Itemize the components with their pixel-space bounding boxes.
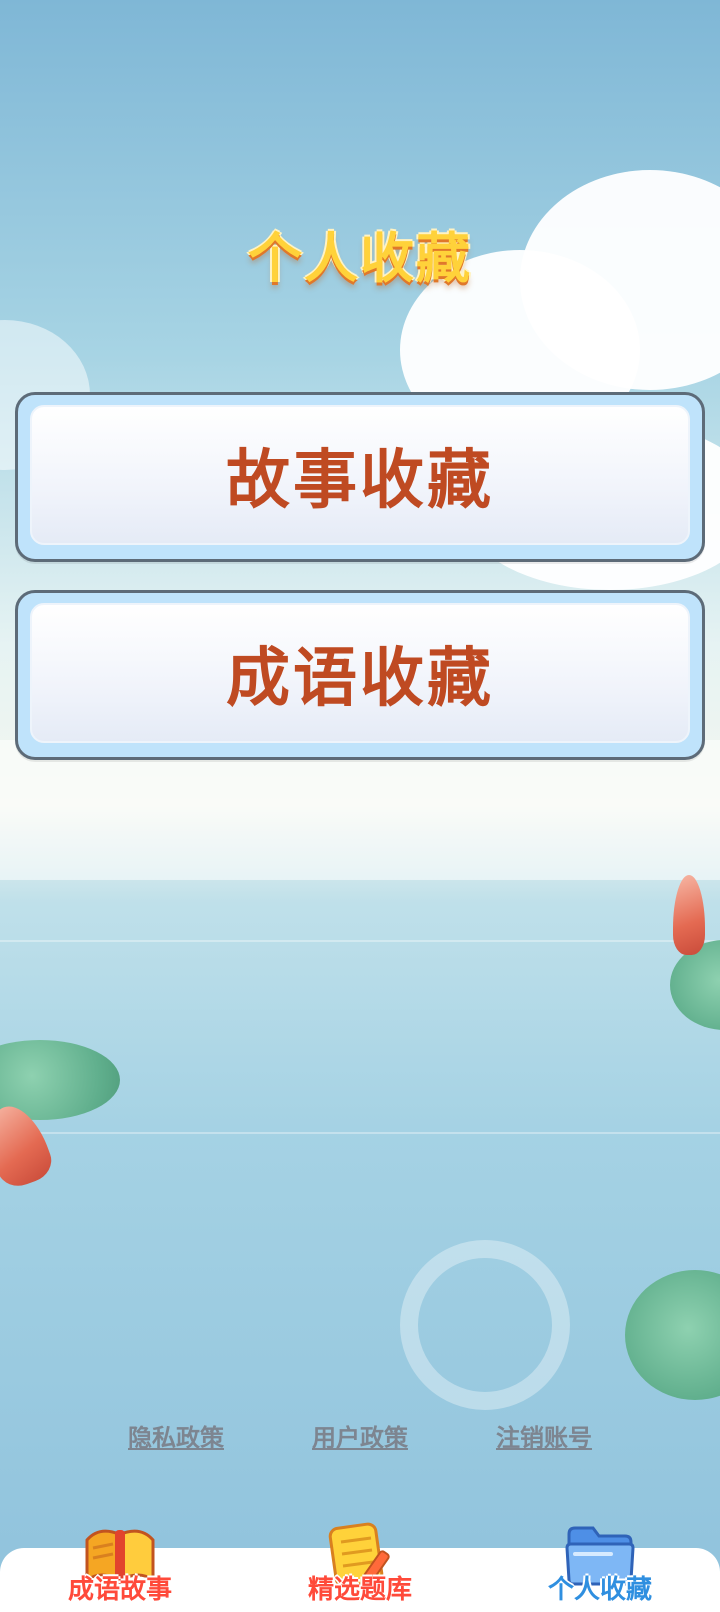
footer-links: 隐私政策 用户政策 注销账号 xyxy=(0,1418,720,1453)
page-title: 个人收藏 xyxy=(248,227,472,290)
card-face: 成语收藏 xyxy=(30,603,690,743)
story-favorites-label: 故事收藏 xyxy=(226,444,494,518)
tab-label: 精选题库 xyxy=(307,1575,412,1605)
card-face: 故事收藏 xyxy=(30,405,690,545)
delete-account-link[interactable]: 注销账号 xyxy=(496,1418,592,1453)
story-favorites-button[interactable]: 故事收藏 xyxy=(15,392,705,562)
lily-pad xyxy=(625,1270,720,1400)
tab-label: 成语故事 xyxy=(67,1575,172,1605)
tab-question-bank[interactable]: 精选题库 xyxy=(260,1522,460,1612)
water-line xyxy=(0,1132,720,1134)
bottom-tab-bar: 成语故事 精选题库 个人收藏 xyxy=(0,1522,720,1612)
tab-idiom-stories[interactable]: 成语故事 xyxy=(20,1529,220,1612)
mist xyxy=(0,740,720,880)
lotus-bud xyxy=(673,875,705,955)
user-policy-link[interactable]: 用户政策 xyxy=(312,1418,408,1453)
water-line xyxy=(0,940,720,942)
privacy-policy-link[interactable]: 隐私政策 xyxy=(128,1418,224,1453)
tab-label: 个人收藏 xyxy=(547,1575,652,1605)
idiom-favorites-label: 成语收藏 xyxy=(226,642,494,716)
idiom-favorites-button[interactable]: 成语收藏 xyxy=(15,590,705,760)
tab-favorites[interactable]: 个人收藏 xyxy=(500,1526,700,1612)
cloud-swirl xyxy=(400,1240,570,1410)
